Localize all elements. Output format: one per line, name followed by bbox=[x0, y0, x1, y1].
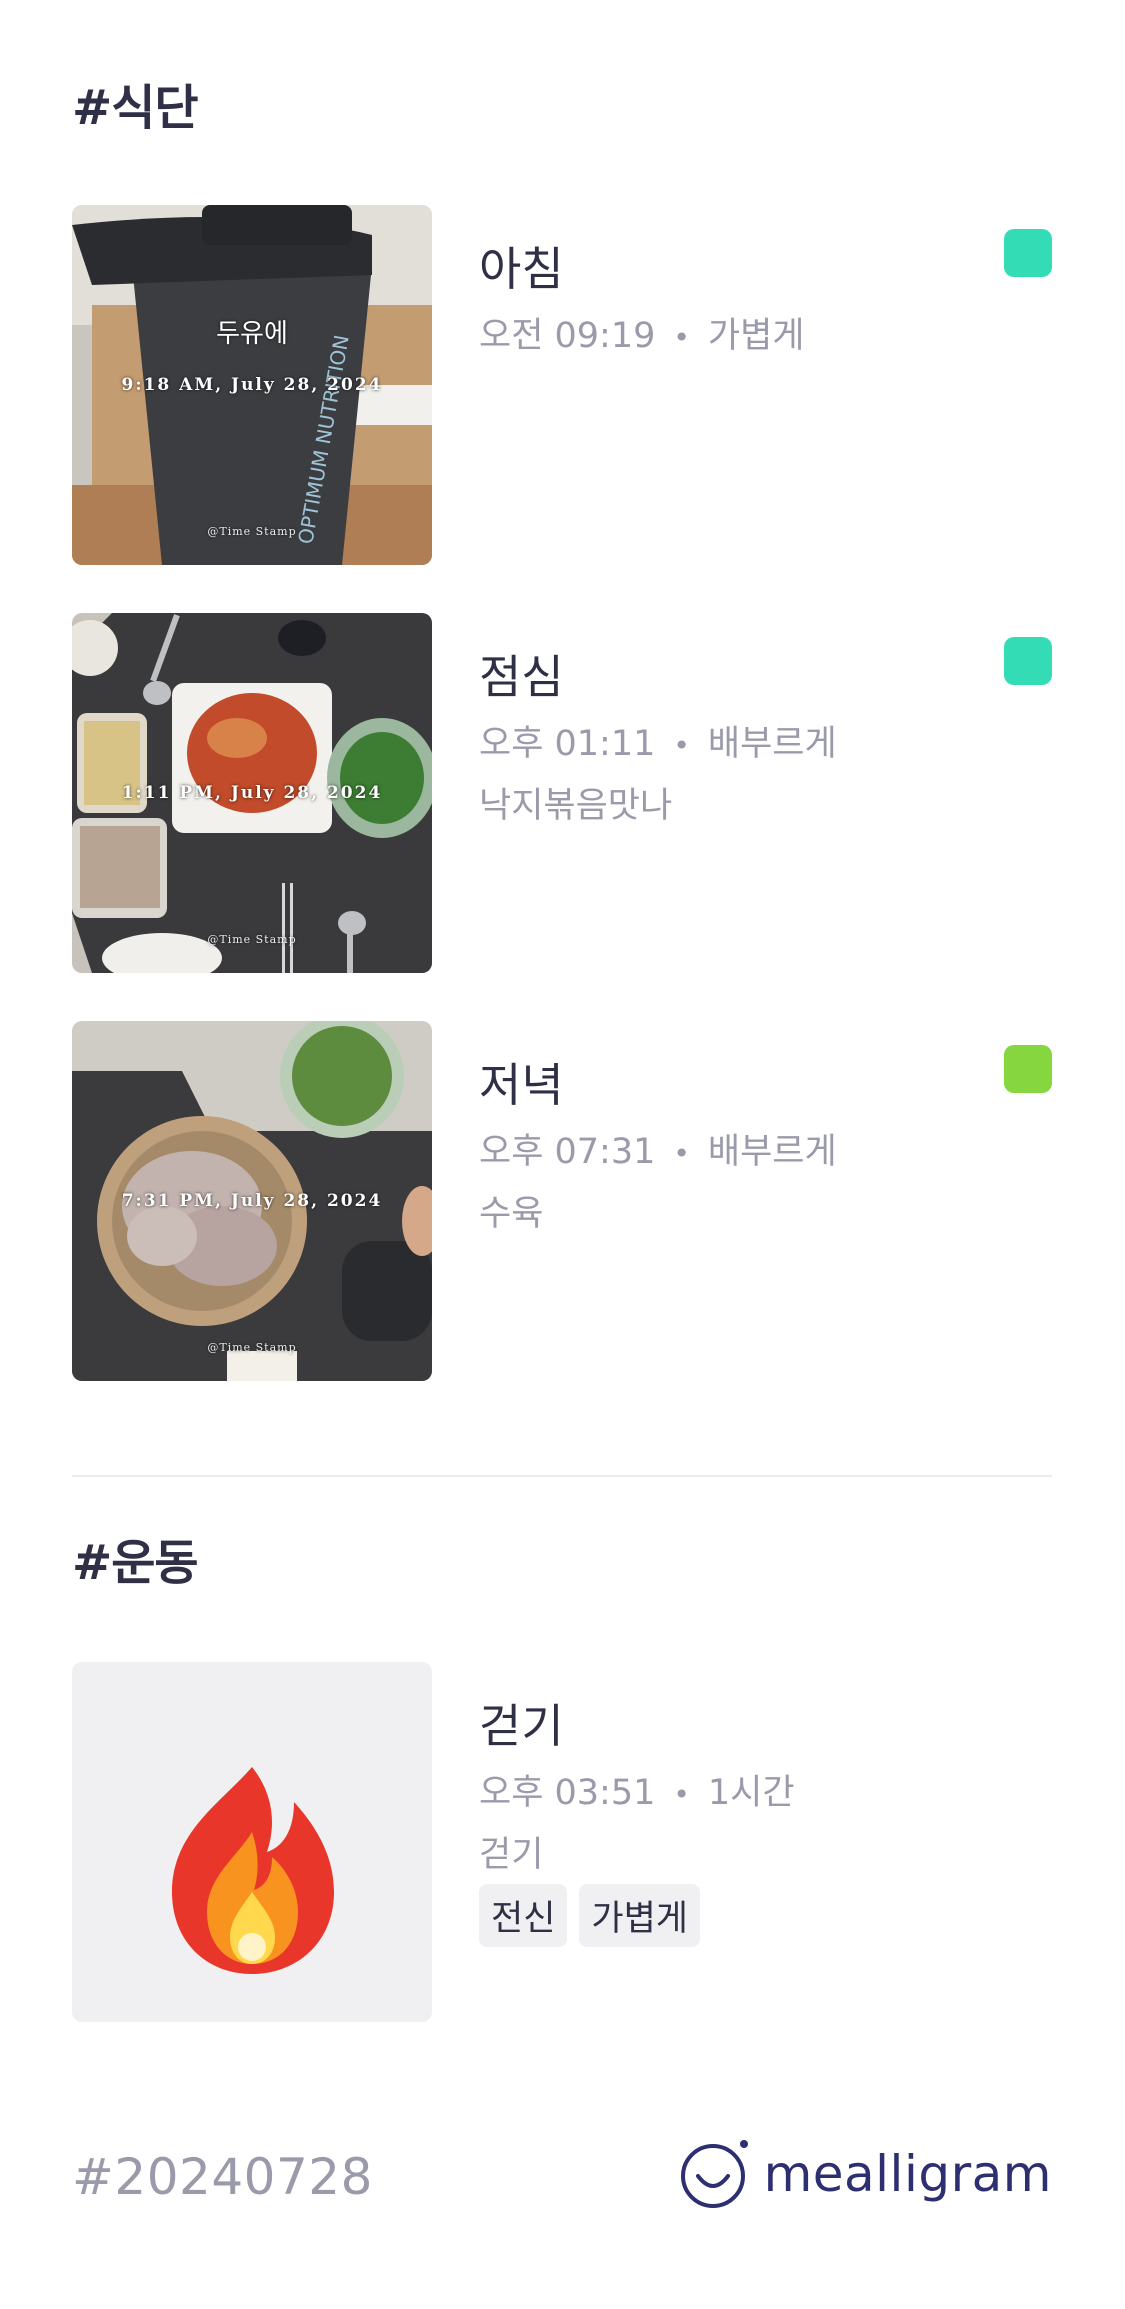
fire-icon bbox=[172, 1767, 334, 1974]
dinner-photo[interactable]: 7:31 PM, July 28, 2024 @Time Stamp bbox=[72, 1021, 432, 1381]
meal-card-lunch[interactable]: 1:11 PM, July 28, 2024 @Time Stamp 점심 오후… bbox=[72, 613, 1052, 973]
exercise-thumbnail[interactable] bbox=[72, 1662, 432, 2022]
smile-logo-icon bbox=[680, 2140, 748, 2208]
exercise-card[interactable]: 걷기 오후 03:51 • 1시간 걷기 전신 가볍게 bbox=[72, 1662, 1052, 2022]
meal-card-dinner[interactable]: 7:31 PM, July 28, 2024 @Time Stamp 저녁 오후… bbox=[72, 1021, 1052, 1381]
meal-name: 저녁 bbox=[479, 1058, 564, 1112]
meal-fullness: 가볍게 bbox=[707, 316, 805, 356]
breakfast-photo[interactable]: OPTIMUM NUTRITION 두유에 9:18 AM, July 28, … bbox=[72, 205, 432, 565]
meal-name: 점심 bbox=[479, 650, 564, 704]
exercise-description: 걷기 bbox=[479, 1835, 544, 1875]
meal-time: 오후 07:31 bbox=[479, 1132, 656, 1172]
photo-stamp-logo: @Time Stamp bbox=[207, 933, 297, 946]
photo-note: 두유에 bbox=[216, 319, 288, 349]
exercise-tag: 가볍게 bbox=[579, 1884, 701, 1947]
exercise-section-title: #운동 bbox=[72, 1535, 199, 1591]
exercise-time: 오후 03:51 bbox=[479, 1773, 656, 1813]
separator-dot: • bbox=[673, 1136, 690, 1170]
photo-timestamp: 9:18 AM, July 28, 2024 bbox=[121, 375, 383, 395]
meal-description: 수육 bbox=[479, 1194, 544, 1234]
brand-logo: mealligram bbox=[680, 2138, 1052, 2210]
meal-fullness: 배부르게 bbox=[707, 1132, 837, 1172]
exercise-tag: 전신 bbox=[479, 1884, 568, 1947]
separator-dot: • bbox=[673, 1777, 690, 1811]
photo-timestamp: 7:31 PM, July 28, 2024 bbox=[121, 1191, 383, 1211]
photo-timestamp: 1:11 PM, July 28, 2024 bbox=[121, 783, 383, 803]
meal-status-indicator bbox=[1004, 1045, 1052, 1093]
section-divider bbox=[72, 1475, 1052, 1477]
meal-section-title: #식단 bbox=[72, 80, 199, 136]
brand-name: mealligram bbox=[763, 2145, 1052, 2203]
meal-time: 오전 09:19 bbox=[479, 316, 656, 356]
meal-time: 오후 01:11 bbox=[479, 724, 656, 764]
meal-description: 낙지볶음맛나 bbox=[479, 786, 673, 826]
meal-card-breakfast[interactable]: OPTIMUM NUTRITION 두유에 9:18 AM, July 28, … bbox=[72, 205, 1052, 565]
exercise-name: 걷기 bbox=[479, 1699, 564, 1753]
photo-stamp-logo: @Time Stamp bbox=[207, 525, 297, 538]
meal-fullness: 배부르게 bbox=[707, 724, 837, 764]
exercise-meta: 오후 03:51 • 1시간 bbox=[479, 1764, 795, 1815]
separator-dot: • bbox=[673, 728, 690, 762]
meal-meta: 오후 01:11 • 배부르게 bbox=[479, 715, 837, 766]
meal-meta: 오전 09:19 • 가볍게 bbox=[479, 307, 805, 358]
meal-meta: 오후 07:31 • 배부르게 bbox=[479, 1123, 837, 1174]
lunch-photo[interactable]: 1:11 PM, July 28, 2024 @Time Stamp bbox=[72, 613, 432, 973]
meal-status-indicator bbox=[1004, 229, 1052, 277]
separator-dot: • bbox=[673, 320, 690, 354]
date-hashtag: #20240728 bbox=[72, 2148, 373, 2206]
exercise-tags: 전신 가볍게 bbox=[479, 1884, 701, 1947]
meal-status-indicator bbox=[1004, 637, 1052, 685]
exercise-duration: 1시간 bbox=[707, 1773, 795, 1813]
meal-name: 아침 bbox=[479, 242, 564, 296]
photo-stamp-logo: @Time Stamp bbox=[207, 1341, 297, 1354]
